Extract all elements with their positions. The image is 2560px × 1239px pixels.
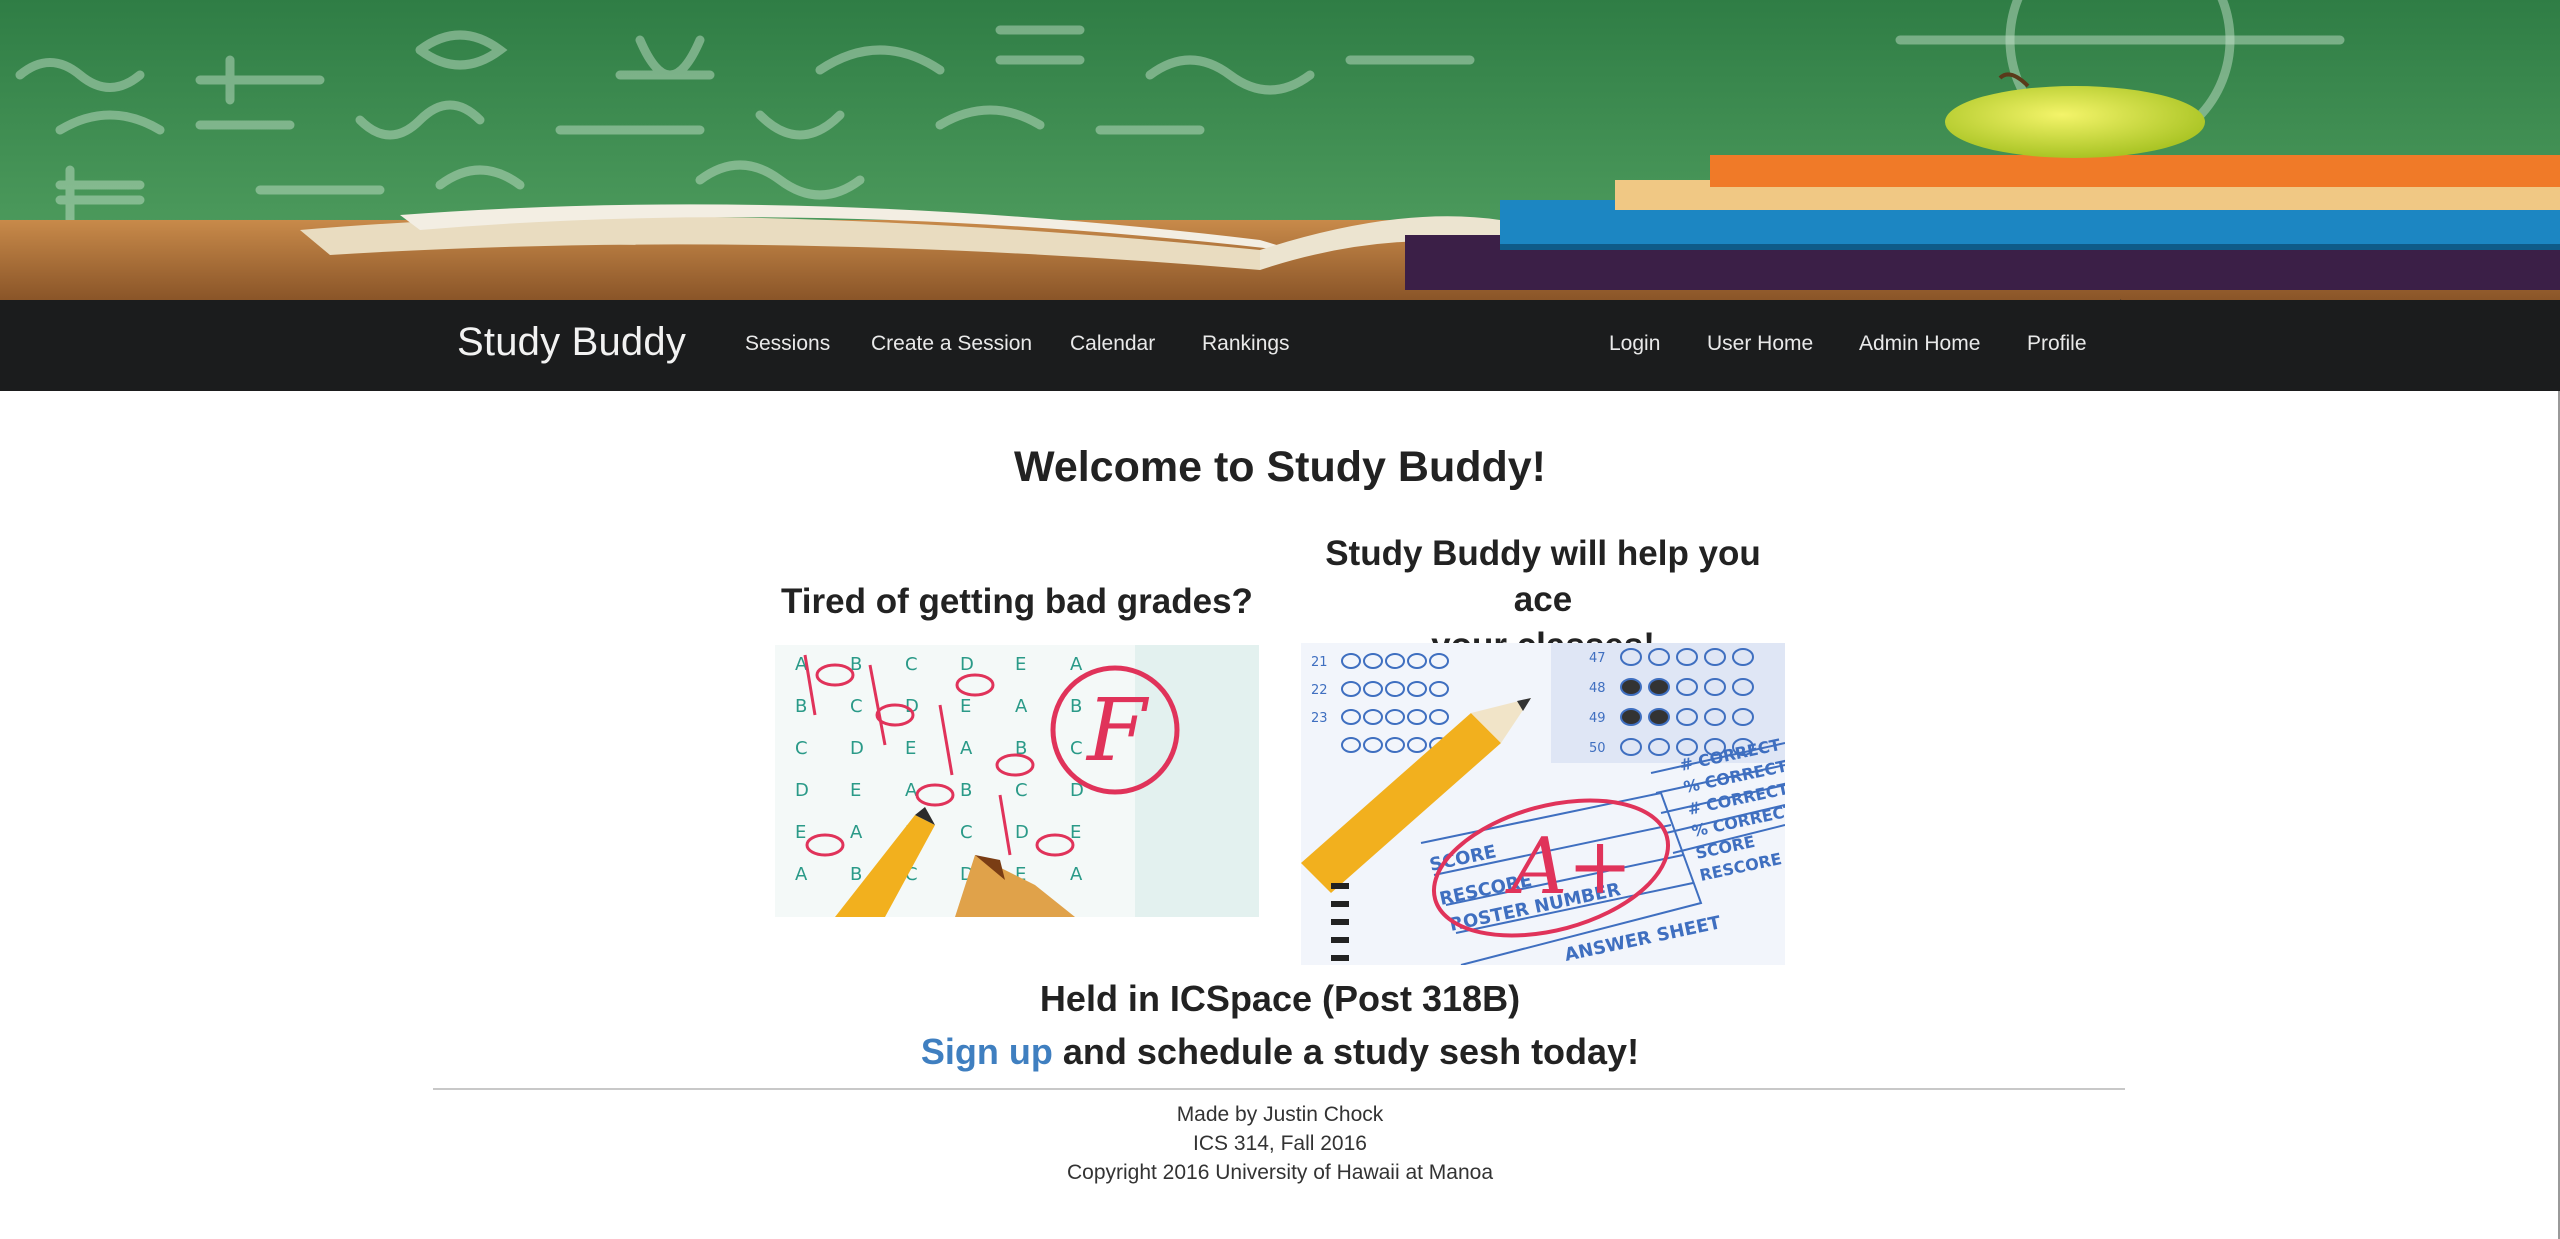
- svg-text:21: 21: [1311, 655, 1328, 670]
- top-navbar: Study Buddy Sessions Create a Session Ca…: [0, 300, 2560, 391]
- svg-text:22: 22: [1311, 683, 1328, 698]
- brand-logo-link[interactable]: Study Buddy: [457, 320, 686, 365]
- bad-grades-image: ABCDEABCDEABCDEABCDEABCDEABCDEABCDEA F: [775, 645, 1259, 917]
- location-text: Held in ICSpace (Post 318B): [1039, 978, 1521, 1019]
- svg-text:C: C: [905, 654, 918, 675]
- svg-text:48: 48: [1589, 681, 1606, 696]
- footer-copyright: Copyright 2016 University of Hawaii at M…: [1066, 1161, 1494, 1184]
- signup-callout-text: and schedule a study sesh today!: [1052, 1031, 1640, 1072]
- svg-text:23: 23: [1311, 711, 1328, 726]
- footer-course: ICS 314, Fall 2016: [1193, 1132, 1367, 1155]
- nav-user-home[interactable]: User Home: [1707, 332, 1813, 356]
- svg-text:F: F: [1085, 681, 1150, 781]
- nav-admin-home[interactable]: Admin Home: [1859, 332, 1980, 356]
- nav-sessions[interactable]: Sessions: [745, 332, 830, 356]
- left-column-heading: Tired of getting bad grades?: [781, 582, 1253, 621]
- svg-text:B: B: [960, 780, 972, 801]
- right-heading-line-1: Study Buddy will help you ace: [1325, 534, 1761, 619]
- svg-text:E: E: [850, 780, 861, 801]
- svg-text:C: C: [960, 822, 973, 843]
- svg-text:B: B: [1070, 696, 1082, 717]
- svg-text:B: B: [795, 696, 807, 717]
- svg-text:A: A: [795, 864, 808, 885]
- svg-text:E: E: [905, 738, 916, 759]
- svg-text:B: B: [850, 864, 862, 885]
- svg-text:D: D: [960, 654, 974, 675]
- svg-text:D: D: [850, 738, 864, 759]
- svg-text:A: A: [1070, 654, 1083, 675]
- svg-text:E: E: [1015, 654, 1026, 675]
- header-banner-image: [0, 0, 2560, 300]
- signup-callout: Sign up and schedule a study sesh today!: [0, 1031, 2560, 1073]
- svg-text:49: 49: [1589, 711, 1606, 726]
- svg-text:E: E: [960, 696, 971, 717]
- signup-link[interactable]: Sign up: [921, 1031, 1053, 1072]
- footer-divider: [433, 1088, 2125, 1090]
- svg-text:50: 50: [1589, 741, 1606, 756]
- svg-text:E: E: [795, 822, 806, 843]
- svg-text:D: D: [795, 780, 809, 801]
- svg-text:A+: A+: [1505, 822, 1633, 912]
- svg-text:C: C: [1070, 738, 1083, 759]
- footer-author: Made by Justin Chock: [1176, 1103, 1384, 1126]
- nav-profile[interactable]: Profile: [2027, 332, 2087, 356]
- svg-text:A: A: [1015, 696, 1028, 717]
- svg-text:C: C: [1015, 780, 1028, 801]
- svg-text:D: D: [1015, 822, 1029, 843]
- svg-text:A: A: [850, 822, 863, 843]
- main-content: Welcome to Study Buddy! Tired of getting…: [0, 391, 2560, 1239]
- nav-rankings[interactable]: Rankings: [1202, 332, 1290, 356]
- ace-classes-image: 21 22 23 47 48 49 50 SCORE RESCORE ROSTER NUMBER…: [1301, 643, 1785, 965]
- svg-text:A: A: [960, 738, 973, 759]
- svg-text:C: C: [795, 738, 808, 759]
- nav-calendar[interactable]: Calendar: [1070, 332, 1155, 356]
- svg-text:C: C: [850, 696, 863, 717]
- page-title: Welcome to Study Buddy!: [1014, 443, 1546, 491]
- svg-text:47: 47: [1589, 651, 1606, 666]
- nav-create-session[interactable]: Create a Session: [871, 332, 1032, 356]
- nav-login[interactable]: Login: [1609, 332, 1660, 356]
- svg-text:A: A: [1070, 864, 1083, 885]
